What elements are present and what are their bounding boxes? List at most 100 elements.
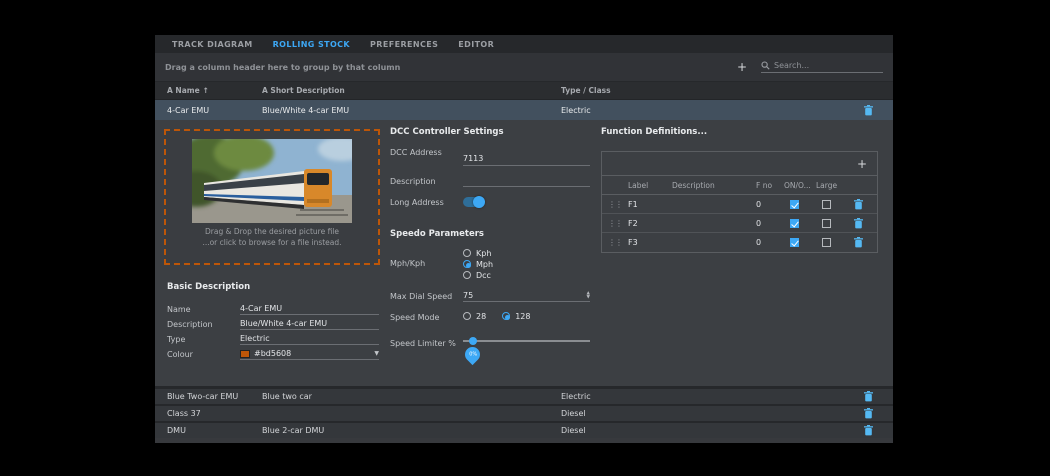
column-header-type[interactable]: Type / Class (561, 86, 858, 95)
dcc-address-row: DCC Address 7113 (390, 146, 595, 166)
on-off-cell (784, 219, 816, 228)
slider-value-balloon: 0% (462, 344, 483, 365)
delete-function-button[interactable] (848, 199, 868, 210)
column-large: Large (816, 181, 848, 190)
function-definitions-title: Function Definitions... (601, 127, 878, 137)
on-off-checkbox[interactable] (790, 238, 799, 247)
radio-kph[interactable]: Kph (463, 248, 590, 258)
function-row[interactable]: ⋮⋮ F3 0 (602, 233, 877, 252)
radio-128[interactable]: 128 (502, 311, 530, 321)
table-body: Blue Two-car EMU Blue two car Electric C… (155, 387, 893, 438)
on-off-cell (784, 238, 816, 247)
large-checkbox[interactable] (822, 200, 831, 209)
function-fno: 0 (756, 200, 784, 209)
tab-rolling-stock[interactable]: ROLLING STOCK (264, 37, 359, 52)
delete-function-button[interactable] (848, 218, 868, 229)
drag-handle-icon[interactable]: ⋮⋮ (602, 200, 628, 209)
slider-track (463, 340, 590, 342)
train-photo (192, 139, 352, 223)
on-off-cell (784, 200, 816, 209)
column-header-name[interactable]: A Name↑ (167, 86, 262, 95)
cell-type: Electric (561, 106, 858, 115)
function-label: F2 (628, 219, 672, 228)
max-dial-input[interactable]: 75 ▲▼ (463, 290, 590, 302)
delete-row-button[interactable] (858, 391, 878, 402)
unit-row: Mph/Kph Kph Mph Dcc (390, 248, 595, 281)
radio-mph[interactable]: Mph (463, 259, 590, 269)
add-function-button[interactable]: + (857, 158, 867, 170)
unit-radio-group: Kph Mph Dcc (463, 248, 590, 281)
function-add-row: + (602, 152, 877, 176)
radio-icon (502, 312, 510, 320)
cell-description: Blue two car (262, 392, 561, 401)
cell-description: Blue/White 4-car EMU (262, 106, 561, 115)
dcc-description-label: Description (390, 175, 463, 186)
table-header: A Name↑ A Short Description Type / Class (155, 82, 893, 100)
drag-handle-icon[interactable]: ⋮⋮ (602, 238, 628, 247)
table-row[interactable]: Class 37 Diesel (155, 404, 893, 421)
delete-function-button[interactable] (848, 237, 868, 248)
function-row[interactable]: ⋮⋮ F2 0 (602, 214, 877, 233)
dropzone-hint-line1: Drag & Drop the desired picture file (166, 227, 378, 236)
add-row-button[interactable]: + (737, 61, 747, 73)
large-cell (816, 238, 848, 247)
basic-description-section: Basic Description Name 4-Car EMU Descrip… (167, 282, 379, 362)
function-label: F3 (628, 238, 672, 247)
on-off-checkbox[interactable] (790, 200, 799, 209)
description-input[interactable]: Blue/White 4-car EMU (240, 319, 379, 330)
search-box[interactable] (761, 61, 883, 73)
radio-dcc[interactable]: Dcc (463, 270, 590, 280)
field-label: Colour (167, 350, 240, 359)
table-row[interactable]: Blue Two-car EMU Blue two car Electric (155, 387, 893, 404)
delete-row-button[interactable] (858, 425, 878, 436)
tab-bar: TRACK DIAGRAM ROLLING STOCK PREFERENCES … (155, 35, 893, 53)
tab-track-diagram[interactable]: TRACK DIAGRAM (163, 37, 262, 52)
cell-name: DMU (167, 426, 262, 435)
toggle-knob (473, 196, 485, 208)
field-type: Type Electric (167, 332, 379, 347)
dcc-address-label: DCC Address (390, 146, 463, 157)
detail-panel: Drag & Drop the desired picture file ...… (155, 120, 893, 387)
large-checkbox[interactable] (822, 238, 831, 247)
table-row[interactable]: DMU Blue 2-car DMU Diesel (155, 421, 893, 438)
table-row[interactable]: 4-Car EMU Blue/White 4-car EMU Electric (155, 100, 893, 120)
radio-28[interactable]: 28 (463, 311, 486, 321)
stage: TRACK DIAGRAM ROLLING STOCK PREFERENCES … (0, 0, 1050, 476)
cell-name: Blue Two-car EMU (167, 392, 262, 401)
dcc-address-input[interactable]: 7113 (463, 146, 590, 166)
tab-preferences[interactable]: PREFERENCES (361, 37, 447, 52)
max-dial-label: Max Dial Speed (390, 290, 463, 301)
type-input[interactable]: Electric (240, 334, 379, 345)
on-off-checkbox[interactable] (790, 219, 799, 228)
field-description: Description Blue/White 4-car EMU (167, 317, 379, 332)
function-fno: 0 (756, 238, 784, 247)
function-label: F1 (628, 200, 672, 209)
picture-dropzone[interactable]: Drag & Drop the desired picture file ...… (164, 129, 380, 265)
speed-limiter-label: Speed Limiter % (390, 331, 463, 348)
field-colour: Colour #bd5608 ▼ (167, 347, 379, 362)
delete-row-button[interactable] (858, 408, 878, 419)
tab-editor[interactable]: EDITOR (449, 37, 503, 52)
function-row[interactable]: ⋮⋮ F1 0 (602, 195, 877, 214)
large-cell (816, 200, 848, 209)
column-header-description[interactable]: A Short Description (262, 86, 561, 95)
delete-row-button[interactable] (858, 105, 878, 116)
search-input[interactable] (774, 61, 874, 70)
colour-dropdown[interactable]: #bd5608 ▼ (240, 349, 379, 360)
column-description: Description (672, 181, 756, 190)
long-address-toggle[interactable] (463, 197, 485, 207)
radio-icon (463, 271, 471, 279)
large-checkbox[interactable] (822, 219, 831, 228)
name-input[interactable]: 4-Car EMU (240, 304, 379, 315)
dcc-description-input[interactable] (463, 175, 590, 187)
slider-thumb[interactable] (469, 337, 477, 345)
spinner-icon[interactable]: ▲▼ (587, 292, 590, 300)
unit-label: Mph/Kph (390, 248, 463, 268)
drag-handle-icon[interactable]: ⋮⋮ (602, 219, 628, 228)
function-table: + Label Description F no ON/O... Large ⋮… (601, 151, 878, 253)
speed-limiter-slider[interactable]: 0% (463, 335, 590, 349)
sort-arrow-icon: ↑ (203, 86, 209, 95)
search-icon (761, 61, 770, 70)
long-address-label: Long Address (390, 196, 463, 207)
cell-name: Class 37 (167, 409, 262, 418)
